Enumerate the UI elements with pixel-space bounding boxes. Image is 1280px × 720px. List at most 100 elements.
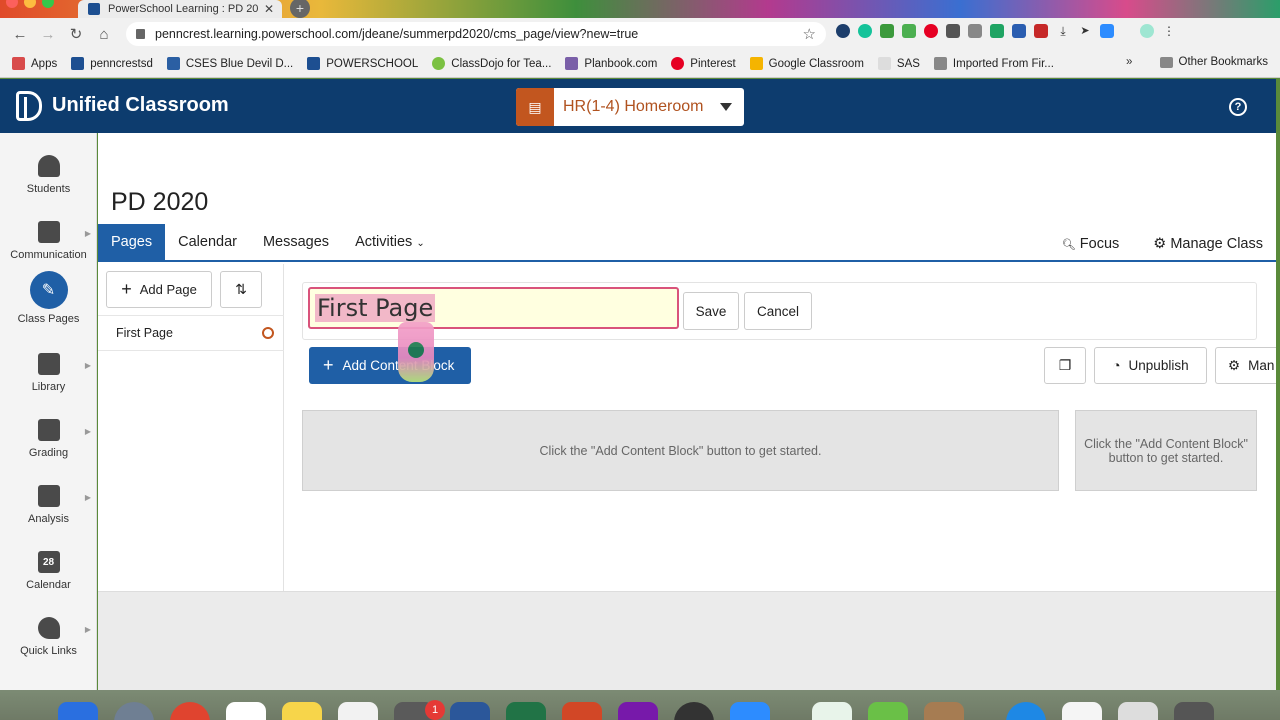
reminders-icon[interactable]	[338, 702, 378, 720]
bookmark-item[interactable]: Pinterest	[671, 57, 736, 70]
bookmarks-bar: Apps penncrestsd CSES Blue Devil D... PO…	[0, 50, 1280, 78]
home-icon[interactable]: ⌂	[90, 26, 118, 43]
onenote-icon[interactable]	[618, 702, 658, 720]
google-drive-icon[interactable]	[990, 24, 1004, 38]
zoom-window-button[interactable]	[42, 0, 54, 8]
screenshot-thumbnail-icon[interactable]	[1118, 702, 1158, 720]
forward-icon[interactable]: →	[34, 26, 62, 43]
bookmark-item[interactable]: penncrestsd	[71, 57, 153, 70]
powerschool-favicon-icon	[88, 3, 100, 15]
calendar-app-icon[interactable]	[226, 702, 266, 720]
sidebar-item-quick-links[interactable]: Quick Links ▶	[0, 607, 97, 667]
cancel-button[interactable]: Cancel	[744, 292, 812, 330]
duplicate-page-button[interactable]: ❐	[1044, 347, 1086, 384]
menu-kebab-icon[interactable]: ⋮	[1162, 24, 1176, 38]
bookmark-item[interactable]: Planbook.com	[565, 57, 657, 70]
app-icon-green[interactable]	[812, 702, 852, 720]
document-icon[interactable]	[1062, 702, 1102, 720]
sidebar-item-students[interactable]: Students	[0, 145, 97, 205]
gear-icon: ⚙	[1153, 235, 1167, 252]
bookmark-item[interactable]: POWERSCHOOL	[307, 57, 418, 70]
reload-icon[interactable]: ↻	[62, 25, 90, 43]
sidebar-item-library[interactable]: Library ▶	[0, 343, 97, 403]
sas-icon	[877, 57, 891, 70]
notes-icon[interactable]	[282, 702, 322, 720]
zoom-icon[interactable]	[730, 702, 770, 720]
class-selector-label: HR(1-4) Homeroom	[563, 98, 704, 115]
footer-area	[98, 591, 1276, 690]
save-button[interactable]: Save	[683, 292, 739, 330]
blue-devil-icon	[166, 57, 180, 70]
chevron-right-icon: ▶	[84, 229, 91, 238]
help-icon[interactable]: ?	[1229, 98, 1247, 116]
sidebar-item-calendar[interactable]: 28 Calendar	[0, 541, 97, 601]
bookmark-item[interactable]: Apps	[12, 57, 57, 70]
powerpoint-icon[interactable]	[562, 702, 602, 720]
extension-map-icon[interactable]	[946, 24, 960, 38]
extension-triangle-icon[interactable]	[968, 24, 982, 38]
tab-calendar[interactable]: Calendar	[165, 224, 250, 261]
side-content-drop-zone: Click the "Add Content Block" button to …	[1075, 410, 1257, 491]
new-tab-button[interactable]: +	[290, 0, 310, 18]
folder-icon	[933, 57, 947, 70]
zoom-ext-icon[interactable]	[1100, 24, 1114, 38]
bookmark-item[interactable]: CSES Blue Devil D...	[166, 57, 293, 70]
bookmark-item[interactable]: Imported From Fir...	[933, 57, 1054, 70]
sidebar-item-communication[interactable]: Communication ▶	[0, 211, 97, 271]
add-content-block-button[interactable]: + Add Content Block	[309, 347, 471, 384]
sort-icon: ⇅	[235, 281, 247, 297]
powerschool-logo-icon	[16, 91, 42, 121]
browser-tab[interactable]: PowerSchool Learning : PD 20 ✕	[78, 0, 282, 18]
preview-icon[interactable]	[924, 702, 964, 720]
plus-icon: +	[121, 279, 132, 299]
close-window-button[interactable]	[6, 0, 18, 8]
reorder-pages-button[interactable]: ⇅	[220, 271, 262, 308]
cursor-extension-icon[interactable]: ➤	[1078, 24, 1092, 38]
sidebar-item-grading[interactable]: Grading ▶	[0, 409, 97, 469]
add-page-button[interactable]: + Add Page	[106, 271, 212, 308]
bar-chart-icon	[37, 485, 60, 507]
tab-messages[interactable]: Messages	[250, 224, 342, 261]
sidebar-item-analysis[interactable]: Analysis ▶	[0, 475, 97, 535]
page-title-input[interactable]: First Page	[308, 287, 679, 329]
back-icon[interactable]: ←	[6, 26, 34, 43]
more-bookmarks-chevron[interactable]: »	[1126, 56, 1132, 68]
trash-icon[interactable]	[1174, 702, 1214, 720]
bookmark-item[interactable]: Google Classroom	[749, 57, 864, 70]
published-broadcast-icon	[262, 327, 274, 339]
sidebar-item-class-pages[interactable]: ✎ Class Pages	[0, 271, 97, 331]
manage-class-button[interactable]: ⚙ Manage Class	[1153, 236, 1263, 252]
bookmark-item[interactable]: ClassDojo for Tea...	[432, 57, 551, 70]
grammarly-icon[interactable]	[858, 24, 872, 38]
close-tab-icon[interactable]: ✕	[264, 2, 274, 16]
downloads-icon[interactable]: ⤓	[1056, 24, 1070, 38]
address-bar[interactable]: penncrest.learning.powerschool.com/jdean…	[126, 22, 826, 46]
students-icon	[37, 155, 60, 177]
word-icon[interactable]	[450, 702, 490, 720]
edit-page-icon: ✎	[29, 271, 68, 309]
extension-green-icon[interactable]	[902, 24, 916, 38]
app-icon-lime[interactable]	[868, 702, 908, 720]
class-selector-dropdown[interactable]: ▤ HR(1-4) Homeroom	[516, 88, 744, 126]
pinterest-ext-icon[interactable]	[924, 24, 938, 38]
presentation-board-icon: ▤	[516, 88, 554, 126]
profile-avatar-icon[interactable]	[1140, 24, 1154, 38]
extension-k-icon[interactable]	[836, 24, 850, 38]
excel-icon[interactable]	[506, 702, 546, 720]
bookmark-item[interactable]: SAS	[877, 57, 920, 70]
other-bookmarks[interactable]: Other Bookmarks	[1159, 56, 1268, 68]
bookmark-star-icon[interactable]: ☆	[803, 25, 816, 43]
tab-activities[interactable]: Activities ⌄	[342, 224, 438, 261]
google-classroom-ext-icon[interactable]	[880, 24, 894, 38]
page-list-item[interactable]: First Page	[98, 315, 284, 351]
extensions-row: ⤓ ➤ ⋮	[836, 24, 1176, 38]
finder-icon[interactable]	[58, 702, 98, 720]
extension-blue-icon[interactable]	[1012, 24, 1026, 38]
tab-pages[interactable]: Pages	[98, 224, 166, 261]
extension-red-icon[interactable]	[1034, 24, 1048, 38]
minimize-window-button[interactable]	[24, 0, 36, 8]
manage-page-button[interactable]: ⚙ Man	[1215, 347, 1276, 384]
focus-button[interactable]: 🔍︎ Focus	[1062, 236, 1120, 252]
unpublish-button[interactable]: ◔ Unpublish	[1094, 347, 1207, 384]
chevron-right-icon: ▶	[84, 493, 91, 502]
